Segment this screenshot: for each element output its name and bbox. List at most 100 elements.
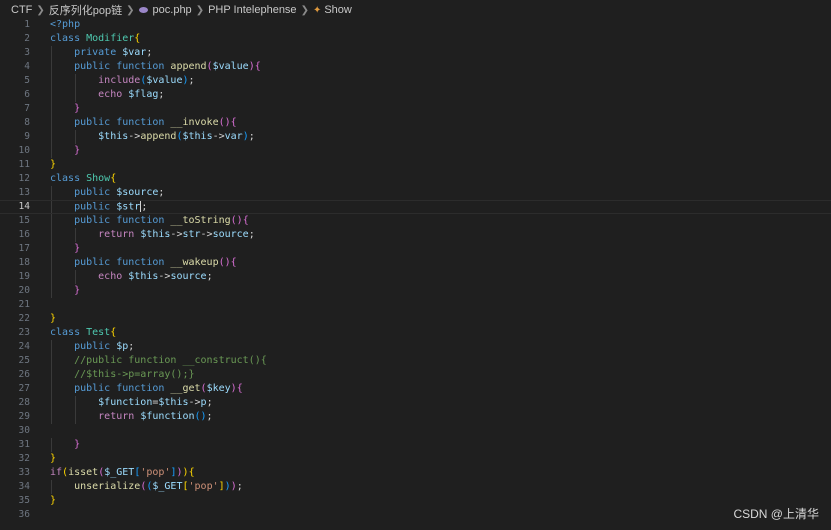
code-line[interactable]: 29 return $function();: [0, 410, 831, 424]
code-token: $this: [50, 131, 129, 142]
code-line[interactable]: 4 public function append($value){: [0, 60, 831, 74]
line-number: 21: [18, 299, 30, 310]
line-number: 33: [18, 467, 30, 478]
code-token: $source: [116, 187, 159, 198]
code-line[interactable]: 5 include($value);: [0, 74, 831, 88]
code-line[interactable]: 11}: [0, 158, 831, 172]
code-token: ->: [212, 131, 225, 142]
code-text: public function __toString(){: [50, 214, 249, 228]
line-number: 3: [24, 47, 30, 58]
code-token: $value: [212, 61, 249, 72]
code-token: class: [50, 173, 87, 184]
line-number: 28: [18, 397, 30, 408]
code-token: unserialize: [50, 481, 141, 492]
code-token: class: [50, 33, 87, 44]
code-token: ;: [128, 341, 135, 352]
breadcrumb-item-ctf[interactable]: CTF: [11, 4, 32, 16]
code-line[interactable]: 7 }: [0, 102, 831, 116]
code-text: }: [50, 284, 80, 298]
code-line[interactable]: 26 //$this->p=array();}: [0, 368, 831, 382]
code-line[interactable]: 23 class Test{: [0, 326, 831, 340]
code-line[interactable]: 33 if(isset($_GET['pop'])){: [0, 466, 831, 480]
line-number: 13: [18, 187, 30, 198]
code-text: public $str;: [50, 201, 147, 214]
code-text: //public function __construct(){: [50, 354, 267, 368]
code-token: (): [218, 257, 231, 268]
code-text: }: [50, 158, 56, 172]
code-line[interactable]: 16 return $this->str->source;: [0, 228, 831, 242]
code-line[interactable]: 28 $function=$this->p;: [0, 396, 831, 410]
code-token: (): [230, 215, 243, 226]
code-token: return: [50, 411, 141, 422]
code-line[interactable]: 13 public $source;: [0, 186, 831, 200]
line-number: 12: [18, 173, 30, 184]
code-line[interactable]: 17 }: [0, 242, 831, 256]
code-token: }: [50, 103, 81, 114]
code-line[interactable]: 6 echo $flag;: [0, 88, 831, 102]
code-line[interactable]: 2 class Modifier{: [0, 32, 831, 46]
code-line[interactable]: 34 unserialize(($_GET['pop']));: [0, 480, 831, 494]
line-number: 9: [24, 131, 30, 142]
breadcrumb-item-symbol[interactable]: Show: [324, 4, 352, 16]
code-line[interactable]: 19 echo $this->source;: [0, 270, 831, 284]
line-number: 26: [18, 369, 30, 380]
code-line[interactable]: 8 public function __invoke(){: [0, 116, 831, 130]
code-line[interactable]: 21: [0, 298, 831, 312]
code-line[interactable]: 31 }: [0, 438, 831, 452]
breadcrumb-item-file[interactable]: poc.php: [153, 4, 192, 16]
line-number: 16: [18, 229, 30, 240]
code-token: var: [224, 131, 243, 142]
code-line[interactable]: 35}: [0, 494, 831, 508]
code-line[interactable]: 12 class Show{: [0, 172, 831, 186]
breadcrumb-item-folder[interactable]: 反序列化pop链: [49, 2, 122, 18]
code-line[interactable]: 27 public function __get($key){: [0, 382, 831, 396]
code-token: $this: [182, 131, 213, 142]
code-text: public function __get($key){: [50, 382, 243, 396]
code-token: }: [50, 439, 81, 450]
code-line[interactable]: 15 public function __toString(){: [0, 214, 831, 228]
code-text: include($value);: [50, 74, 194, 88]
code-text: public $p;: [50, 340, 134, 354]
code-line[interactable]: 36: [0, 508, 831, 522]
code-token: if: [50, 467, 63, 478]
code-line[interactable]: 3 private $var;: [0, 46, 831, 60]
code-token: {: [236, 383, 243, 394]
code-token: }: [50, 285, 81, 296]
code-text: public function __wakeup(){: [50, 256, 237, 270]
code-editor[interactable]: 1 <?php 2 class Modifier{3 private $var; 4 p…: [0, 18, 831, 522]
line-number: 23: [18, 327, 30, 338]
code-line[interactable]: 30: [0, 424, 831, 438]
code-line[interactable]: 20 }: [0, 284, 831, 298]
code-line[interactable]: 1 <?php: [0, 18, 831, 32]
code-line[interactable]: 18 public function __wakeup(){: [0, 256, 831, 270]
code-token: str: [182, 229, 201, 240]
breadcrumb-item-language-server[interactable]: PHP Intelephense: [208, 4, 296, 16]
class-symbol-icon: ✦: [312, 4, 322, 16]
line-number: 22: [18, 313, 30, 324]
line-number: 32: [18, 453, 30, 464]
code-line[interactable]: 14 public $str;: [0, 200, 831, 214]
line-number: 6: [24, 89, 30, 100]
code-token: $this: [140, 229, 171, 240]
code-token: {: [254, 61, 261, 72]
code-line[interactable]: 25 //public function __construct(){: [0, 354, 831, 368]
line-number: 20: [18, 285, 30, 296]
line-number: 31: [18, 439, 30, 450]
code-token: private: [50, 47, 123, 58]
code-token: 'pop': [188, 481, 219, 492]
code-token: ->: [158, 271, 171, 282]
code-line[interactable]: 10 }: [0, 144, 831, 158]
code-text: }: [50, 494, 56, 508]
code-token: (): [218, 117, 231, 128]
line-number: 19: [18, 271, 30, 282]
code-line[interactable]: 22}: [0, 312, 831, 326]
code-token: {: [230, 117, 237, 128]
code-text: $this->append($this->var);: [50, 130, 255, 144]
code-line[interactable]: 24 public $p;: [0, 340, 831, 354]
code-line[interactable]: 9 $this->append($this->var);: [0, 130, 831, 144]
code-token: $function: [140, 411, 195, 422]
code-text: unserialize(($_GET['pop']));: [50, 480, 243, 494]
line-number: 15: [18, 215, 30, 226]
line-number: 10: [18, 145, 30, 156]
code-line[interactable]: 32}: [0, 452, 831, 466]
